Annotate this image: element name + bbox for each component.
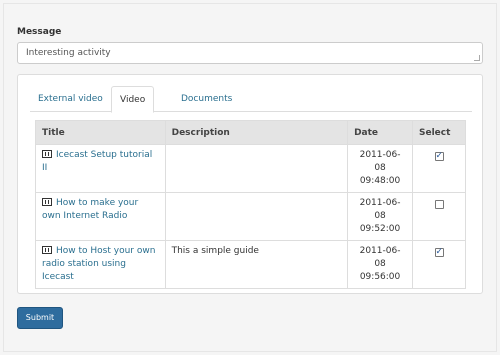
- row-select-checkbox[interactable]: [434, 150, 444, 163]
- row-title-cell[interactable]: How to Host your own radio station using…: [35, 240, 166, 289]
- table-row: How to make your own Internet Radio 2011…: [35, 192, 466, 241]
- submit-button[interactable]: Submit: [17, 307, 63, 329]
- row-description: [164, 144, 349, 193]
- film-icon: [42, 198, 52, 206]
- row-description: This a simple guide: [164, 240, 349, 289]
- table-row: How to Host your own radio station using…: [35, 240, 466, 289]
- tab-external-video[interactable]: External video: [30, 86, 111, 112]
- message-label: Message: [17, 27, 62, 37]
- row-date: 2011-06-08 09:56:00: [347, 240, 414, 289]
- tab-documents[interactable]: Documents: [173, 86, 240, 112]
- header-date: Date: [347, 120, 414, 145]
- row-select-cell: [412, 192, 466, 241]
- row-title-link[interactable]: Icecast Setup tutorial II: [42, 150, 152, 173]
- header-select: Select: [412, 120, 466, 145]
- row-title-cell[interactable]: Icecast Setup tutorial II: [35, 144, 166, 193]
- film-icon: [42, 246, 52, 254]
- table-header-row: Title Description Date Select: [35, 120, 466, 145]
- video-table: Title Description Date Select Icecast Se…: [35, 120, 466, 289]
- row-select-cell: [412, 144, 466, 193]
- tab-video[interactable]: Video: [111, 86, 155, 113]
- header-description: Description: [164, 120, 349, 145]
- row-title-cell[interactable]: How to make your own Internet Radio: [35, 192, 166, 241]
- row-date: 2011-06-08 09:52:00: [347, 192, 414, 241]
- row-title-link[interactable]: How to Host your own radio station using…: [42, 246, 155, 282]
- row-select-cell: [412, 240, 466, 289]
- tab-bar: External video Video Documents: [30, 86, 472, 113]
- attachments-panel: External video Video Documents Title Des…: [17, 74, 483, 294]
- row-select-checkbox[interactable]: [434, 200, 444, 209]
- header-title: Title: [35, 120, 166, 145]
- message-input[interactable]: Interesting activity: [17, 42, 483, 64]
- resize-grip-icon[interactable]: [474, 55, 480, 61]
- row-description: [164, 192, 349, 241]
- message-input-value: Interesting activity: [26, 48, 111, 58]
- row-select-checkbox[interactable]: [434, 246, 444, 259]
- table-row: Icecast Setup tutorial II 2011-06-08 09:…: [35, 144, 466, 193]
- row-date: 2011-06-08 09:48:00: [347, 144, 414, 193]
- row-title-link[interactable]: How to make your own Internet Radio: [42, 198, 138, 221]
- film-icon: [42, 150, 52, 158]
